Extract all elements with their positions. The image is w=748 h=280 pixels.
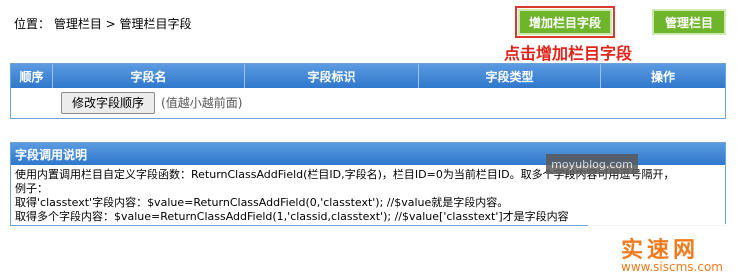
breadcrumb: 位置： 管理栏目 > 管理栏目字段 [14,17,192,31]
col-field-name: 字段名 [53,64,245,88]
reorder-hint: (值越小越前面) [161,96,243,110]
reorder-fields-button[interactable]: 修改字段顺序 [61,91,156,114]
watermark-logo: 实速网 www.siscms.com [588,224,748,280]
usage-line: 例子： [15,182,48,195]
watermark-label: moyublog.com [546,154,638,174]
watermark-url: www.siscms.com [621,260,723,274]
usage-body: 使用内置调用栏目自定义字段函数：ReturnClassAddField(栏目ID… [11,165,725,227]
col-order: 顺序 [11,64,53,88]
field-table: 顺序 字段名 字段标识 字段类型 操作 修改字段顺序 (值越小越前面) [10,63,726,119]
manage-columns-button[interactable]: 管理栏目 [652,9,726,35]
add-field-button[interactable]: 增加栏目字段 [515,6,615,38]
usage-line: 取得'classtext'字段内容：$value=ReturnClassAddF… [15,196,509,209]
col-actions: 操作 [650,69,675,84]
col-field-id: 字段标识 [245,64,419,88]
annotation-text: 点击增加栏目字段 [504,44,633,63]
usage-line: 取得多个字段内容：$value=ReturnClassAddField(1,'c… [15,210,569,223]
field-table-header: 顺序 字段名 字段标识 字段类型 操作 [11,64,725,88]
col-field-type: 字段类型 [419,64,601,88]
field-table-row: 修改字段顺序 (值越小越前面) [11,88,725,117]
